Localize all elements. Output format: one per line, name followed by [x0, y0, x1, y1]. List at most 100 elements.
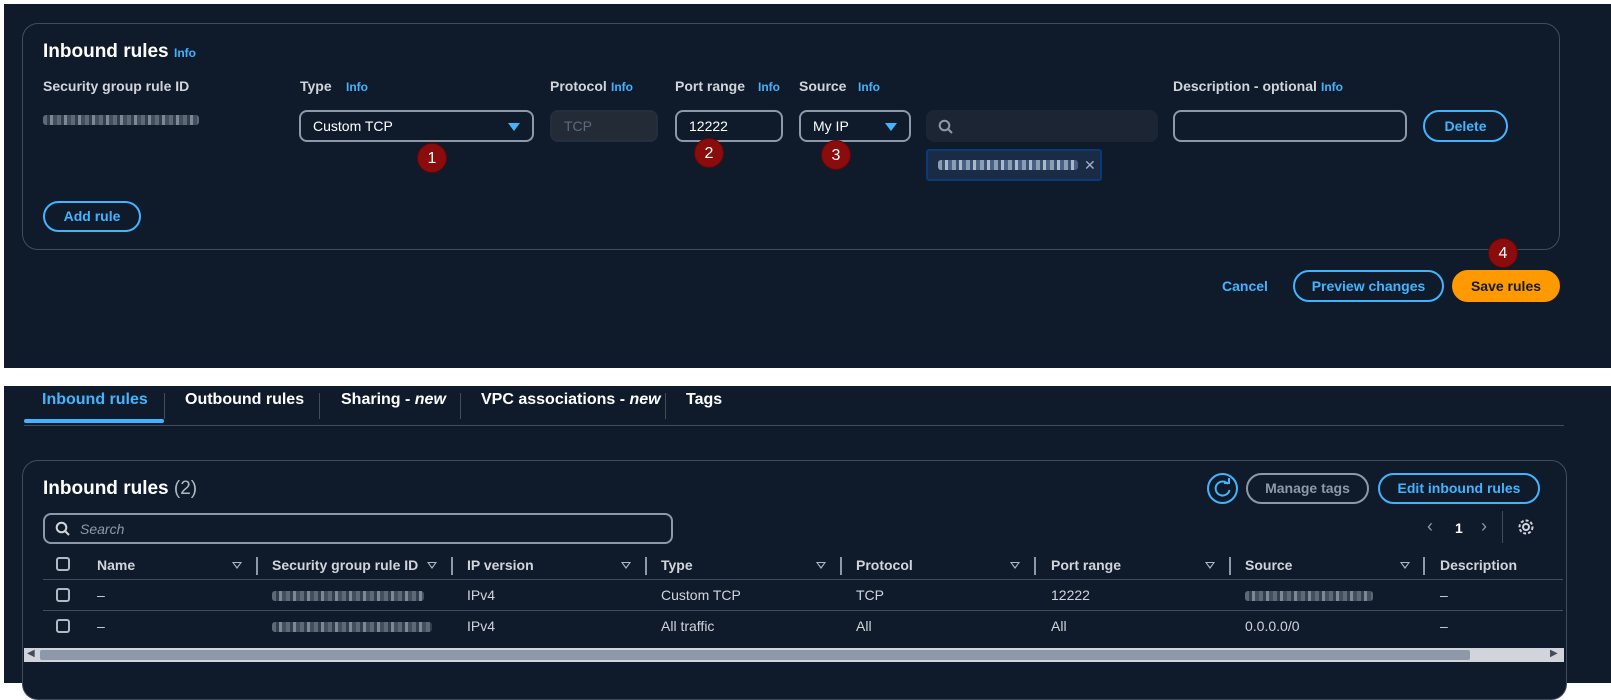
port-range-value: 12222 — [689, 118, 728, 134]
cell-protocol: TCP — [856, 587, 884, 603]
rules-card-title: Inbound rules (2) — [43, 478, 198, 499]
cell-type: All traffic — [661, 618, 715, 634]
cell-rule-id-redacted[interactable] — [272, 591, 424, 601]
source-cidr-search[interactable] — [926, 110, 1158, 142]
table-row[interactable]: – IPv4 All traffic All All 0.0.0.0/0 – — [23, 618, 1568, 640]
refresh-button[interactable] — [1207, 473, 1238, 504]
header-port-range[interactable]: Port range — [1051, 557, 1121, 573]
search-placeholder: Search — [80, 521, 125, 537]
description-info-link[interactable]: Info — [1321, 80, 1343, 94]
edit-card-title: Inbound rules — [43, 41, 169, 62]
cell-description: – — [1440, 587, 1448, 603]
header-type[interactable]: Type — [661, 557, 693, 573]
header-ip-version[interactable]: IP version — [467, 557, 534, 573]
column-resizer[interactable] — [840, 557, 842, 575]
rules-search-input[interactable]: Search — [43, 513, 673, 544]
cell-port-range: 12222 — [1051, 587, 1090, 603]
manage-tags-button[interactable]: Manage tags — [1246, 473, 1369, 504]
annotation-badge-3: 3 — [821, 140, 851, 170]
protocol-info-link[interactable]: Info — [611, 80, 633, 94]
select-all-checkbox[interactable] — [56, 557, 70, 571]
cancel-button[interactable]: Cancel — [1222, 278, 1268, 294]
column-resizer[interactable] — [1229, 557, 1231, 575]
search-icon — [55, 521, 70, 536]
cell-type: Custom TCP — [661, 587, 741, 603]
row-checkbox[interactable] — [56, 619, 70, 633]
header-protocol[interactable]: Protocol — [856, 557, 913, 573]
column-resizer[interactable] — [1423, 557, 1425, 575]
edit-inbound-rules-button[interactable]: Edit inbound rules — [1378, 473, 1540, 504]
header-divider — [43, 579, 1563, 580]
remove-token-icon[interactable]: ✕ — [1084, 157, 1096, 174]
sort-icon[interactable] — [816, 562, 826, 569]
sort-icon[interactable] — [621, 562, 631, 569]
caret-down-icon — [508, 123, 520, 131]
header-description[interactable]: Description — [1440, 557, 1517, 573]
caret-down-icon — [885, 123, 897, 131]
port-range-header: Port range — [675, 78, 746, 94]
scrollbar-thumb[interactable] — [40, 650, 1470, 660]
tab-divider — [319, 393, 320, 419]
sort-icon[interactable] — [1400, 562, 1410, 569]
save-rules-button[interactable]: Save rules — [1452, 270, 1560, 302]
description-header: Description - optional — [1173, 78, 1317, 94]
page-number[interactable]: 1 — [1455, 520, 1463, 536]
cell-ip-version: IPv4 — [467, 587, 496, 603]
header-rule-id[interactable]: Security group rule ID — [272, 557, 418, 573]
annotation-badge-4: 4 — [1488, 238, 1518, 268]
scroll-right-icon[interactable]: ▶ — [1550, 648, 1558, 659]
tab-outbound-rules[interactable]: Outbound rules — [185, 391, 304, 409]
sort-icon[interactable] — [1010, 562, 1020, 569]
cell-protocol: All — [856, 618, 872, 634]
type-info-link[interactable]: Info — [346, 80, 368, 94]
annotation-badge-2: 2 — [694, 138, 724, 168]
refresh-icon — [1214, 478, 1231, 497]
annotation-badge-1: 1 — [417, 143, 447, 173]
port-range-info-link[interactable]: Info — [758, 80, 780, 94]
sort-icon[interactable] — [1205, 562, 1215, 569]
preview-changes-button[interactable]: Preview changes — [1293, 270, 1444, 302]
add-rule-button[interactable]: Add rule — [43, 201, 141, 232]
header-source[interactable]: Source — [1245, 557, 1292, 573]
tab-sharing[interactable]: Sharing - new — [341, 391, 446, 409]
table-header: Name Security group rule ID IP version T… — [23, 557, 1568, 579]
header-name[interactable]: Name — [97, 557, 135, 573]
sort-icon[interactable] — [427, 562, 437, 569]
cell-rule-id-redacted[interactable] — [272, 622, 432, 632]
row-checkbox[interactable] — [56, 588, 70, 602]
protocol-header: Protocol — [550, 78, 607, 94]
description-input[interactable] — [1173, 110, 1407, 142]
tab-tags[interactable]: Tags — [686, 391, 722, 409]
tab-vpc-associations[interactable]: VPC associations - new — [481, 391, 661, 409]
column-resizer[interactable] — [256, 557, 258, 575]
sort-icon[interactable] — [232, 562, 242, 569]
title-info-link[interactable]: Info — [174, 46, 196, 60]
cell-ip-version: IPv4 — [467, 618, 496, 634]
source-ip-redacted — [938, 160, 1078, 170]
column-resizer[interactable] — [451, 557, 453, 575]
column-resizer[interactable] — [1034, 557, 1036, 575]
row-divider — [43, 610, 1563, 611]
tab-divider — [665, 393, 666, 419]
type-select[interactable]: Custom TCP — [299, 110, 534, 142]
source-ip-token[interactable]: ✕ — [926, 149, 1102, 181]
horizontal-scrollbar[interactable]: ◀ ▶ — [24, 648, 1564, 662]
delete-rule-button[interactable]: Delete — [1423, 110, 1508, 142]
scroll-left-icon[interactable]: ◀ — [27, 648, 35, 659]
tab-bar-divider — [24, 425, 1564, 426]
port-range-input[interactable]: 12222 — [675, 110, 783, 142]
type-select-value: Custom TCP — [313, 118, 393, 134]
tab-inbound-rules[interactable]: Inbound rules — [42, 391, 148, 409]
rule-id-redacted — [43, 115, 199, 125]
column-resizer[interactable] — [645, 557, 647, 575]
table-row[interactable]: – IPv4 Custom TCP TCP 12222 – — [23, 587, 1568, 609]
next-page-icon[interactable]: › — [1481, 516, 1487, 537]
source-select[interactable]: My IP — [799, 110, 911, 142]
prev-page-icon[interactable]: ‹ — [1427, 516, 1433, 537]
cell-port-range: All — [1051, 618, 1067, 634]
search-icon — [938, 119, 953, 134]
security-group-details-panel: Inbound rules Outbound rules Sharing - n… — [4, 386, 1611, 700]
settings-gear-icon[interactable] — [1517, 518, 1535, 536]
type-header: Type — [300, 78, 332, 94]
source-info-link[interactable]: Info — [858, 80, 880, 94]
